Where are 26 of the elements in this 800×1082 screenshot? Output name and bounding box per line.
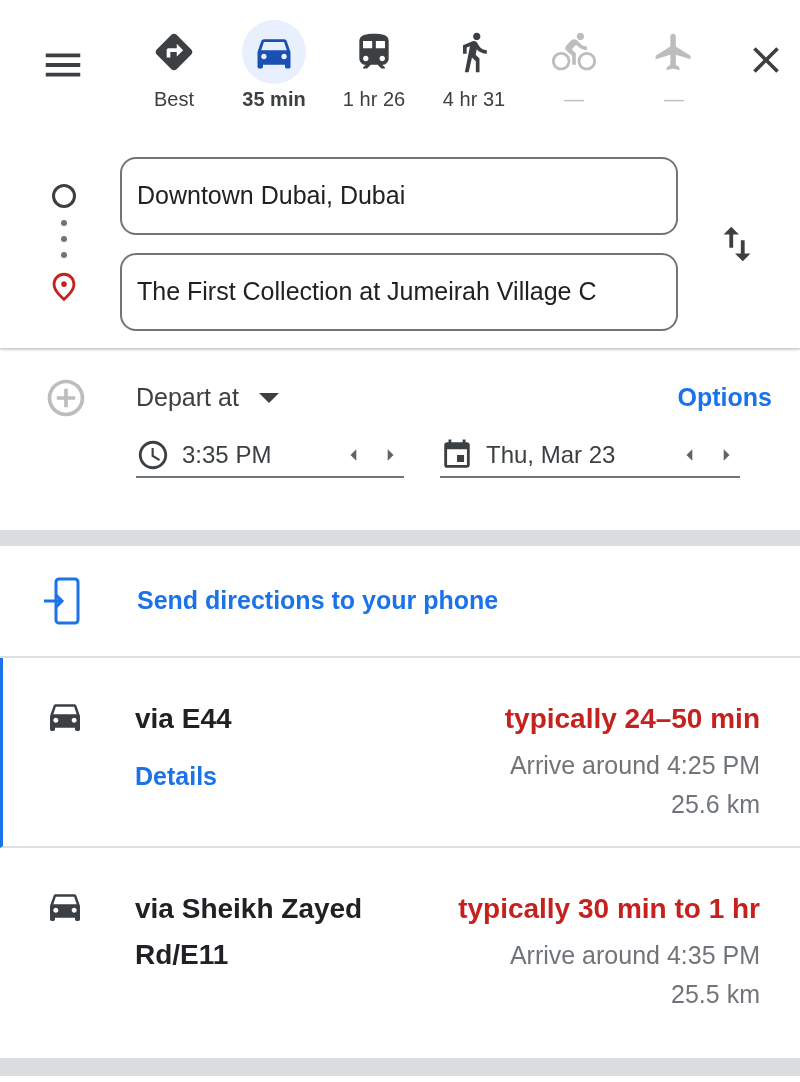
dots-icon [61,220,67,258]
date-field[interactable]: Thu, Mar 23 [440,434,740,478]
route-name: via E44 [135,702,233,736]
arrival-time: Arrive around 4:35 PM [509,940,760,971]
travel-mode-tab[interactable]: 35 min [224,20,324,114]
time-field[interactable]: 3:35 PM [136,434,404,478]
depart-at-dropdown[interactable]: Depart at [136,379,279,417]
origin-field[interactable]: Downtown Dubai, Dubai [120,157,678,235]
dropdown-caret-icon [258,393,279,403]
destination-field[interactable]: The First Collection at Jumeirah Village C [120,253,678,331]
send-to-phone-link[interactable]: Send directions to your phone [137,582,499,620]
typical-duration: typically 30 min to 1 hr [458,892,760,926]
arrival-time: Arrive around 4:25 PM [509,750,760,781]
send-to-phone-icon [42,577,82,625]
route-distance: 25.5 km [671,979,760,1010]
route-distance: 25.6 km [671,789,760,820]
travel-mode-tab[interactable]: 1 hr 26 [324,20,424,114]
details-link[interactable]: Details [135,758,217,796]
travel-mode-tab[interactable]: 4 hr 31 [424,20,524,114]
typical-duration: typically 24–50 min [504,702,760,736]
clock-icon [136,438,170,472]
route-name: via Sheikh Zayed Rd/E11 [135,892,364,972]
options-link[interactable]: Options [677,379,772,417]
route-item[interactable]: via E44 Details typically 24–50 min Arrive around 4:25 PM 25.6 km [0,658,800,848]
travel-mode-tab[interactable]: Best [124,20,224,114]
route-item[interactable]: via Sheikh Zayed Rd/E11 typically 30 min to 1 hr Arrive around 4:35 PM 25.5 km [0,848,800,1036]
